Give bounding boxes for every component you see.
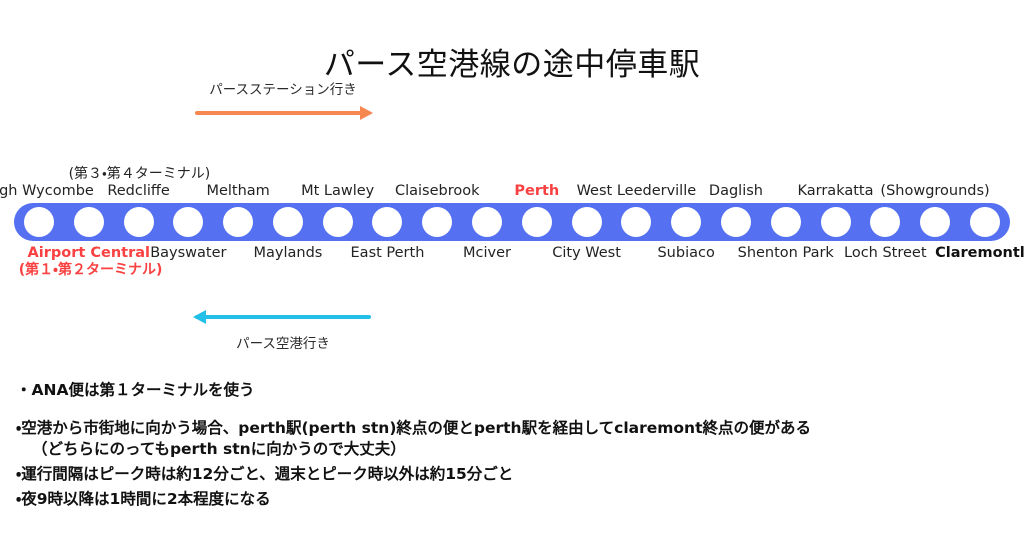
arrow-left-icon (193, 308, 371, 326)
station-dot[interactable] (969, 207, 1000, 237)
direction-to-airport: パース空港行き (168, 308, 398, 352)
note-line: ・ANA便は第１ターミナルを使う (16, 381, 255, 399)
station-dot[interactable] (472, 207, 503, 237)
station-dot[interactable] (521, 207, 552, 237)
station-dot[interactable] (720, 207, 751, 237)
route-line (14, 203, 1010, 241)
station-name[interactable]: (Showgrounds) (865, 183, 1005, 200)
station-dot[interactable] (920, 207, 951, 237)
page-title: パース空港線の途中停車駅 (323, 46, 701, 83)
station-dot[interactable] (621, 207, 652, 237)
direction-to-perth-station: パースステーション行き (168, 78, 398, 122)
station-dot[interactable] (770, 207, 801, 237)
station-dot[interactable] (571, 207, 602, 237)
arrow-left-head (193, 310, 206, 324)
station-dot[interactable] (272, 207, 303, 237)
station-dot[interactable] (322, 207, 353, 237)
station-dot[interactable] (73, 207, 104, 237)
direction-to-perth-station-label: パースステーション行き (209, 82, 357, 98)
station-dot[interactable] (372, 207, 403, 237)
note-line: ・運行間隔はピーク時は約12分ごと、週末とピーク時以外は約15分ごと (16, 465, 514, 483)
station-name[interactable]: Claremontle (915, 245, 1024, 262)
station-dot[interactable] (24, 207, 54, 237)
station-dot[interactable] (223, 207, 254, 237)
arrow-right-line (195, 111, 371, 115)
note-line: ・空港から市街地に向かう場合、perth駅(perth stn)終点の便とper… (16, 419, 811, 437)
station-dot[interactable] (422, 207, 453, 237)
station-dot[interactable] (173, 207, 204, 237)
station-terminal-note: (第３・第４ターミナル) (68, 166, 211, 182)
station-labels-bottom: Airport Central (第１・第２ターミナル) Bayswater Mayl… (14, 244, 1024, 314)
note-line: （どちらにのってもperth stnに向かうので大丈夫） (32, 440, 406, 458)
direction-to-airport-label: パース空港行き (236, 336, 330, 352)
station-dot[interactable] (123, 207, 154, 237)
arrow-left-line (195, 315, 371, 319)
station-labels-top: High Wycombe(第３・第４ターミナル)RedcliffeMeltham… (0, 118, 1010, 202)
station-dot[interactable] (820, 207, 851, 237)
station-dot[interactable] (870, 207, 901, 237)
note-line: ・夜9時以降は1時間に2本程度になる (16, 490, 271, 508)
station-terminal-note: (第１・第２ターミナル) (18, 262, 163, 278)
station-dot[interactable] (671, 207, 702, 237)
notes-block: ・ANA便は第１ターミナルを使う・空港から市街地に向かう場合、perth駅(pe… (16, 380, 1006, 510)
